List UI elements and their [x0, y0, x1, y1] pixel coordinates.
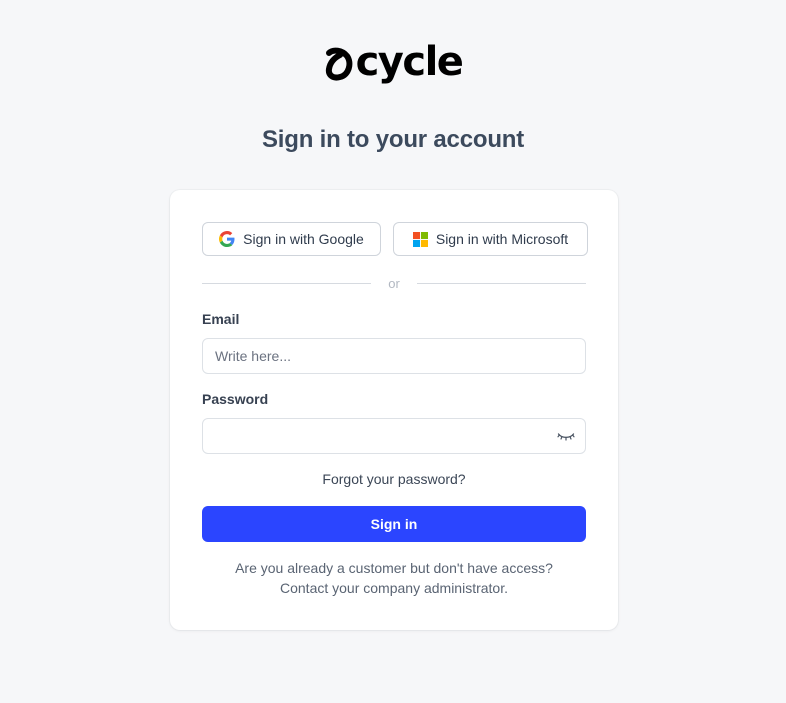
or-divider: or [202, 276, 586, 291]
google-icon [219, 231, 235, 247]
password-field-wrapper [202, 418, 586, 454]
access-help-text: Are you already a customer but don't hav… [170, 558, 618, 598]
brand-name: cycle [355, 39, 464, 85]
logo-wrap: cycle [324, 39, 464, 85]
sign-in-google-label: Sign in with Google [243, 231, 364, 247]
cycle-logo-icon [324, 47, 354, 81]
email-field-wrapper [202, 338, 586, 374]
sign-in-card: Sign in with Google Sign in with Microso… [170, 190, 618, 630]
logo: cycle [0, 39, 786, 85]
forgot-password-link[interactable]: Forgot your password? [170, 471, 618, 487]
microsoft-icon [412, 231, 428, 247]
sign-in-microsoft-label: Sign in with Microsoft [435, 231, 569, 247]
access-help-line-1: Are you already a customer but don't hav… [235, 560, 553, 576]
email-input[interactable] [203, 339, 555, 373]
divider-line-right [417, 283, 586, 284]
password-label: Password [202, 391, 269, 407]
sign-in-button[interactable]: Sign in [202, 506, 586, 542]
sign-in-microsoft-button[interactable]: Sign in with Microsoft [393, 222, 588, 256]
page-title: Sign in to your account [261, 126, 525, 153]
email-label: Email [202, 311, 240, 327]
divider-text: or [388, 276, 400, 291]
eye-closed-icon[interactable] [557, 430, 575, 444]
divider-line-left [202, 283, 371, 284]
access-help-line-2: Contact your company administrator. [280, 580, 508, 596]
sign-in-google-button[interactable]: Sign in with Google [202, 222, 381, 256]
password-input[interactable] [203, 419, 555, 453]
